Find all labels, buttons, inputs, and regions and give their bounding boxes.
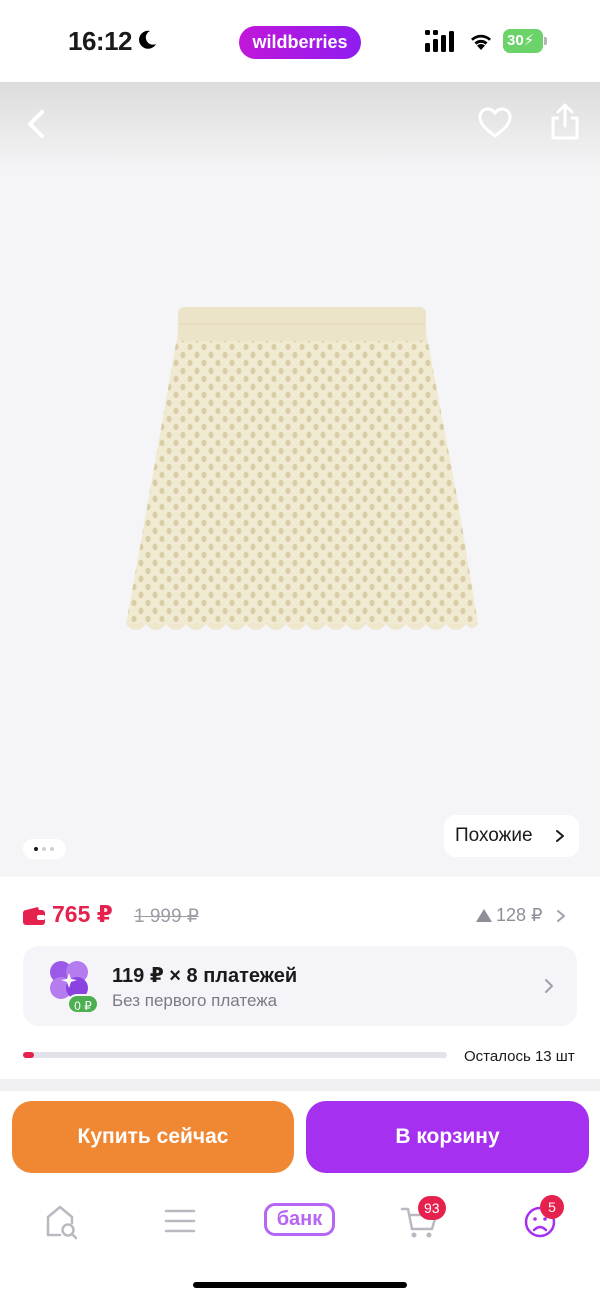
current-price: 765 ₽ <box>52 901 113 927</box>
similar-button[interactable]: Похожие <box>444 815 579 857</box>
price-card: 765 ₽ 1 999 ₽ 128 ₽ 0 ₽ 119 ₽ × 8 платеж… <box>0 877 600 1079</box>
similar-label: Похожие <box>455 825 533 846</box>
chevron-right-icon <box>556 830 564 842</box>
stock-progress-bar <box>23 1052 447 1058</box>
chevron-right-icon <box>545 979 553 993</box>
battery-level: 30⚡ <box>503 29 543 53</box>
price-history-link[interactable]: 128 ₽ <box>476 905 543 926</box>
cellular-signal-icon <box>425 30 454 52</box>
bank-tab[interactable]: банк <box>264 1203 335 1236</box>
chevron-right-icon[interactable] <box>556 909 566 923</box>
home-indicator[interactable] <box>193 1282 407 1288</box>
battery-indicator: 30⚡ <box>503 29 547 53</box>
battery-tip <box>544 37 547 45</box>
status-bar: 16:12 wildberries 30⚡ <box>0 0 600 82</box>
old-price: 1 999 ₽ <box>134 906 199 927</box>
slide-dot <box>42 847 46 851</box>
slide-dot <box>50 847 54 851</box>
installment-offer[interactable]: 0 ₽ 119 ₽ × 8 платежей Без первого плате… <box>23 946 577 1026</box>
cart-badge: 93 <box>418 1196 446 1220</box>
product-gallery[interactable]: Похожие <box>0 82 600 877</box>
bottom-navigation: банк 93 5 <box>0 1183 600 1300</box>
heart-icon[interactable] <box>476 104 514 142</box>
installment-title: 119 ₽ × 8 платежей <box>112 965 298 987</box>
product-image <box>126 307 478 630</box>
home-search-icon[interactable] <box>40 1201 84 1241</box>
battery-percent: 30 <box>507 32 524 49</box>
back-icon[interactable] <box>20 104 56 144</box>
add-to-cart-button[interactable]: В корзину <box>306 1101 589 1173</box>
stock-remaining: Осталось 13 шт <box>464 1048 575 1065</box>
slide-dot-active <box>34 847 38 851</box>
section-divider <box>0 1079 600 1091</box>
installment-badge: 0 ₽ <box>67 994 99 1014</box>
brand-logo: wildberries <box>239 26 361 59</box>
status-time: 16:12 <box>68 26 133 56</box>
stock-progress-fill <box>23 1052 34 1058</box>
menu-icon[interactable] <box>158 1201 202 1241</box>
wallet-icon <box>23 907 45 925</box>
wifi-icon <box>471 34 491 50</box>
moon-icon <box>139 30 156 49</box>
installment-subtitle: Без первого платежа <box>112 991 278 1010</box>
slide-indicator <box>23 839 66 859</box>
triangle-up-icon <box>476 909 492 922</box>
profile-badge: 5 <box>540 1195 564 1219</box>
buy-now-button[interactable]: Купить сейчас <box>12 1101 294 1173</box>
price-trend-value: 128 ₽ <box>496 905 543 925</box>
share-icon[interactable] <box>548 102 582 142</box>
